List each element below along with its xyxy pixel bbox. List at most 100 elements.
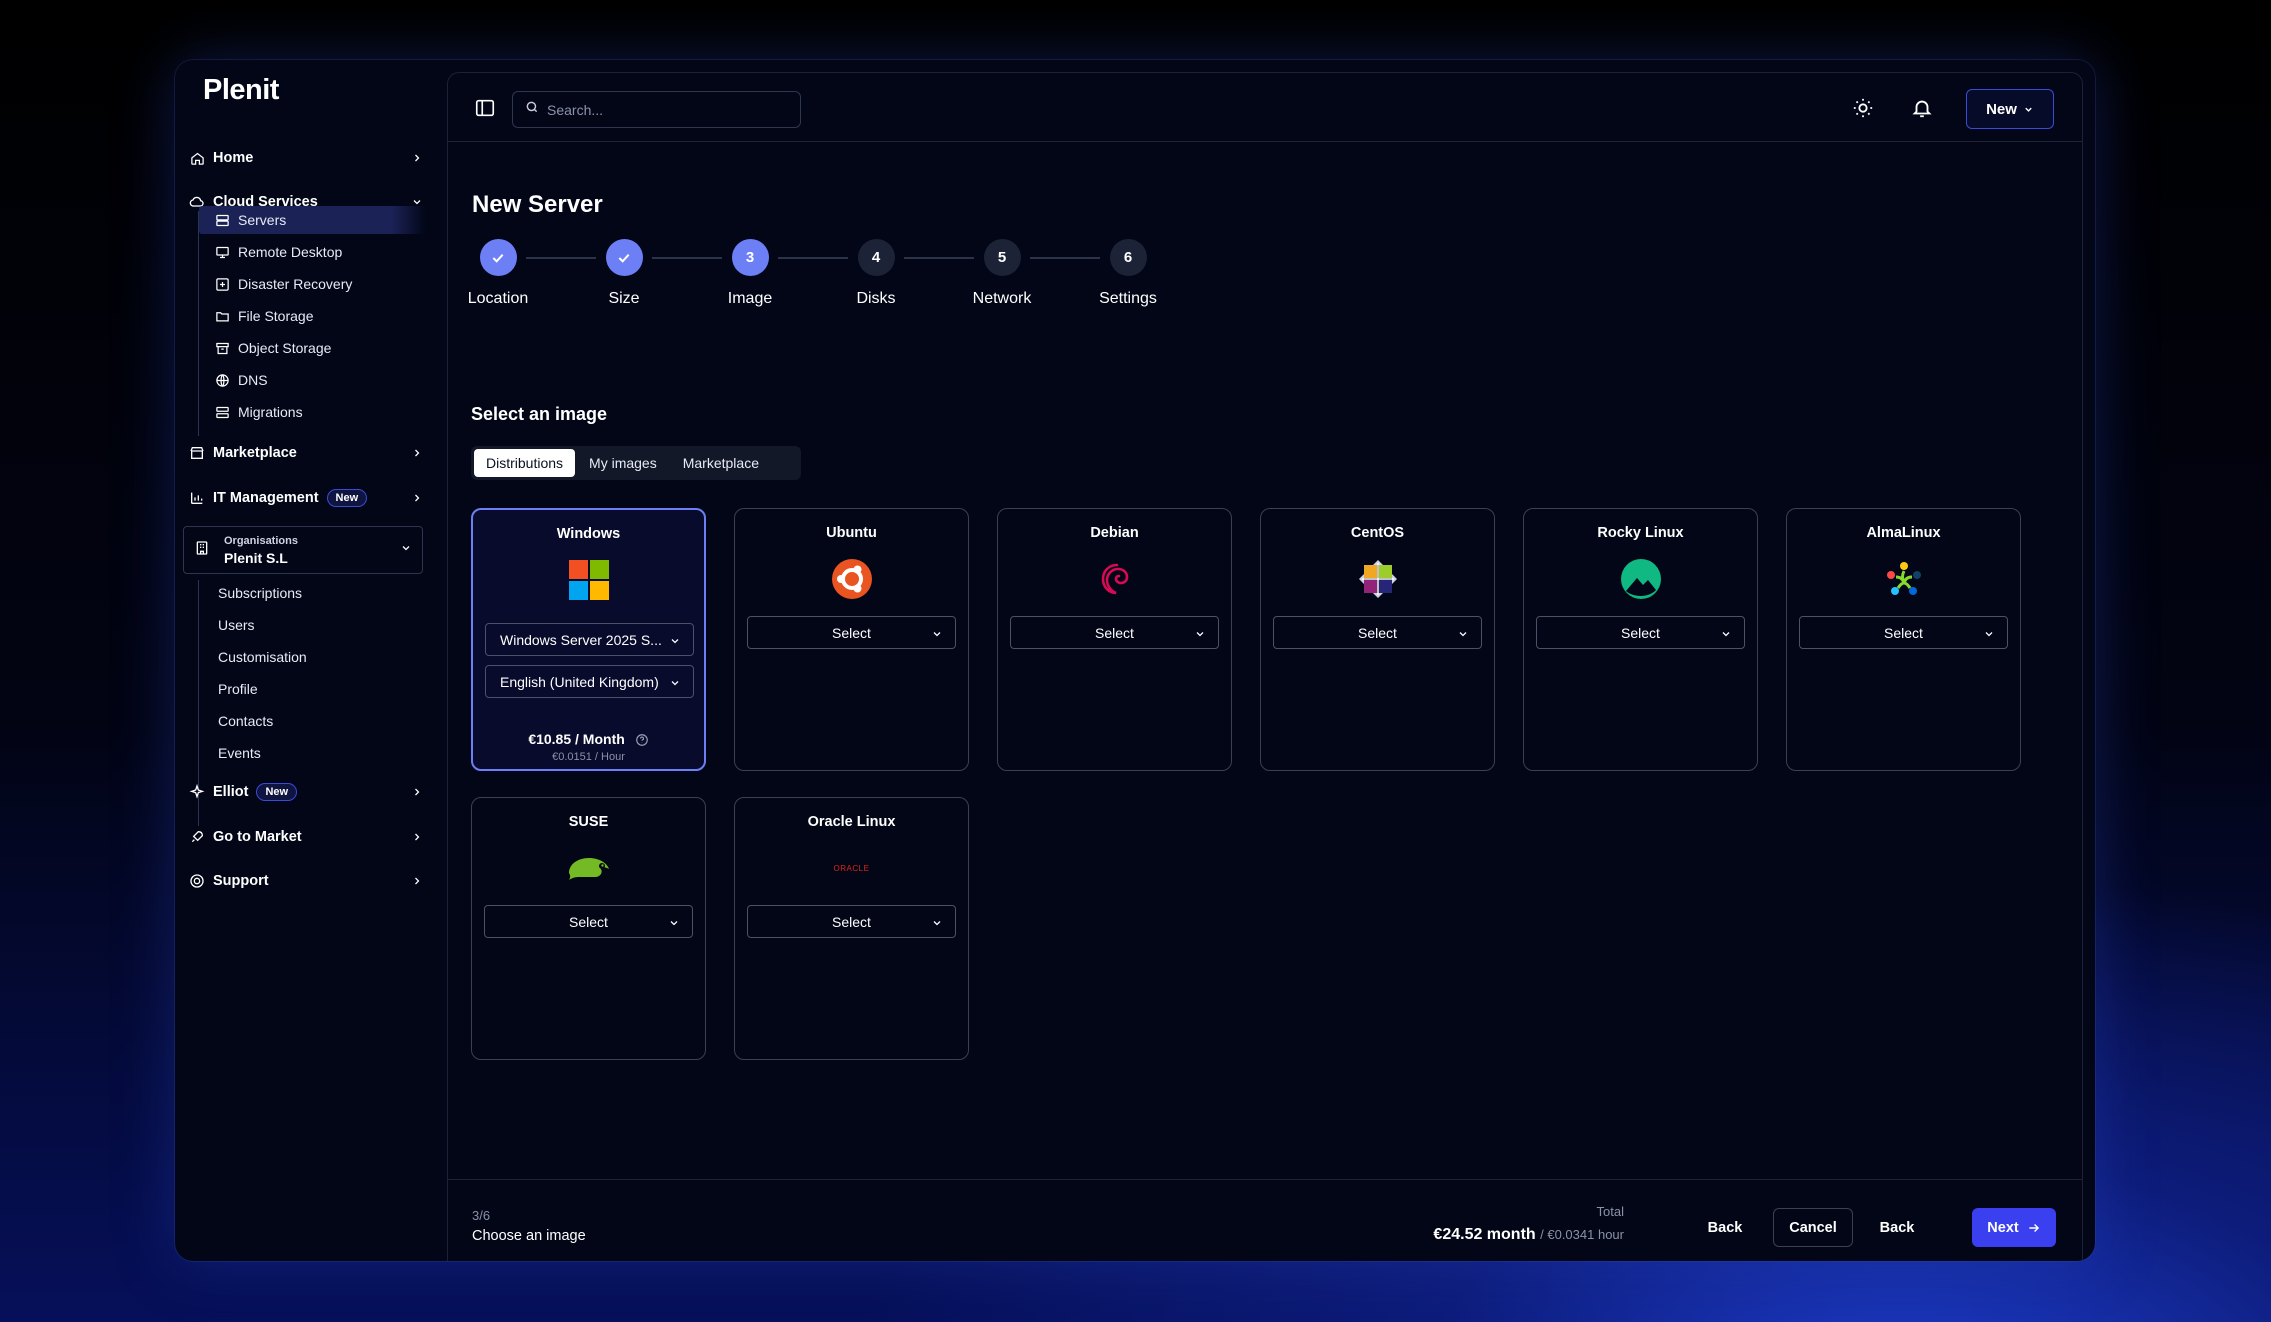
nav-go-to-market-label: Go to Market [213,829,302,845]
migration-icon [215,405,230,420]
select-value: Select [832,624,871,641]
image-name: Windows [556,526,621,542]
check-icon [605,239,643,276]
app-logo: Plenit [203,74,279,106]
sidebar-item-profile[interactable]: Profile [218,681,258,697]
search-input[interactable] [547,101,787,118]
step-description: Choose an image [472,1228,586,1244]
main-panel: New New Server Location Size 3 Image 4 D… [447,72,2083,1261]
sparkle-icon [189,784,205,800]
oracle-logo-icon: ORACLE [830,846,874,890]
tab-marketplace[interactable]: Marketplace [671,449,771,477]
select-value: Select [1358,624,1397,641]
chevron-right-icon [410,446,424,460]
sidebar-item-servers[interactable]: Servers [199,206,426,234]
sidebar-item-events[interactable]: Events [218,745,261,761]
nav-elliot-label: Elliot [213,784,249,800]
step-disks[interactable]: 4 Disks [836,239,916,308]
step-label: Image [727,290,773,307]
chart-icon [189,490,205,506]
sidebar-item-object-storage[interactable]: Object Storage [199,334,426,362]
oracle-linux-version-select[interactable]: Select [747,905,956,938]
sidebar-item-users[interactable]: Users [218,617,255,633]
rocket-icon [189,829,205,845]
organisation-switcher[interactable]: Organisations Plenit S.L [183,526,423,574]
cancel-button[interactable]: Cancel [1773,1208,1853,1247]
suse-version-select[interactable]: Select [484,905,693,938]
image-card-debian[interactable]: Debian Select [997,508,1232,771]
sidebar-toggle-icon[interactable] [474,97,496,119]
chevron-down-icon [1194,627,1206,639]
nav-it-management-label: IT Management [213,490,319,506]
windows-version-select[interactable]: Windows Server 2025 S... [485,623,694,656]
org-name: Plenit S.L [224,549,288,566]
step-label: Disks [856,290,896,307]
arrow-right-icon [2027,1221,2041,1235]
chevron-down-icon [931,916,943,928]
rocky-linux-version-select[interactable]: Select [1536,616,1745,649]
windows-language-select[interactable]: English (United Kingdom) [485,665,694,698]
nav-home[interactable]: Home [189,141,424,175]
nav-marketplace-label: Marketplace [213,445,297,461]
select-value: Select [832,913,871,930]
next-button-label: Next [1987,1219,2019,1236]
nav-marketplace[interactable]: Marketplace [189,436,424,470]
section-title: Select an image [471,404,608,424]
total-month: €24.52 month [1433,1226,1536,1243]
sidebar-item-customisation[interactable]: Customisation [218,649,307,665]
debian-version-select[interactable]: Select [1010,616,1219,649]
theme-toggle-icon[interactable] [1852,97,1874,119]
nav-it-management[interactable]: IT Management New [189,481,424,515]
sidebar-item-label: Object Storage [238,340,332,356]
help-icon[interactable] [635,733,649,747]
image-card-windows[interactable]: Windows Windows Server 2025 S... English… [471,508,706,771]
sidebar-item-contacts[interactable]: Contacts [218,713,273,729]
image-card-ubuntu[interactable]: Ubuntu Select [734,508,969,771]
new-button-label: New [1986,100,2017,118]
image-card-oracle-linux[interactable]: Oracle Linux ORACLE Select [734,797,969,1060]
image-card-centos[interactable]: CentOS Select [1260,508,1495,771]
search-box[interactable] [512,91,801,128]
sidebar-item-label: Remote Desktop [238,244,343,260]
chevron-down-icon [400,541,412,559]
almalinux-version-select[interactable]: Select [1799,616,2008,649]
chevron-down-icon [2023,104,2034,115]
sidebar-item-label: Servers [238,212,287,228]
ubuntu-version-select[interactable]: Select [747,616,956,649]
back-button[interactable]: Back [1692,1208,1758,1247]
image-card-almalinux[interactable]: AlmaLinux Select [1786,508,2021,771]
monitor-icon [215,245,230,260]
price-month: €10.85 / Month [528,731,625,747]
image-card-suse[interactable]: SUSE Select [471,797,706,1060]
sidebar-item-remote-desktop[interactable]: Remote Desktop [199,238,426,266]
step-size[interactable]: Size [584,239,664,308]
image-price: €10.85 / Month [473,731,704,747]
sidebar-item-dns[interactable]: DNS [199,366,426,394]
price-hour: €0.0151 / Hour [552,751,625,763]
bell-icon[interactable] [1911,97,1933,119]
nav-support[interactable]: Support [189,864,424,898]
sidebar-item-file-storage[interactable]: File Storage [199,302,426,330]
windows-logo-icon [567,558,611,602]
image-card-rocky-linux[interactable]: Rocky Linux Select [1523,508,1758,771]
sidebar-item-label: File Storage [238,308,314,324]
nav-go-to-market[interactable]: Go to Market [189,820,424,854]
step-image[interactable]: 3 Image [710,239,790,308]
chevron-right-icon [410,830,424,844]
centos-version-select[interactable]: Select [1273,616,1482,649]
new-button[interactable]: New [1966,89,2054,129]
back-button-secondary[interactable]: Back [1864,1208,1930,1247]
nav-elliot[interactable]: Elliot New [189,775,424,809]
tab-distributions[interactable]: Distributions [474,449,576,477]
step-settings[interactable]: 6 Settings [1088,239,1168,308]
sidebar-item-migrations[interactable]: Migrations [199,398,426,426]
sidebar-item-disaster-recovery[interactable]: Disaster Recovery [199,270,426,298]
topbar: New [448,73,2082,142]
store-icon [189,445,205,461]
step-network[interactable]: 5 Network [962,239,1042,308]
step-location[interactable]: Location [458,239,538,308]
next-button[interactable]: Next [1972,1208,2056,1247]
sidebar-item-subscriptions[interactable]: Subscriptions [218,585,302,601]
chevron-down-icon [1720,627,1732,639]
tab-my-images[interactable]: My images [577,449,669,477]
